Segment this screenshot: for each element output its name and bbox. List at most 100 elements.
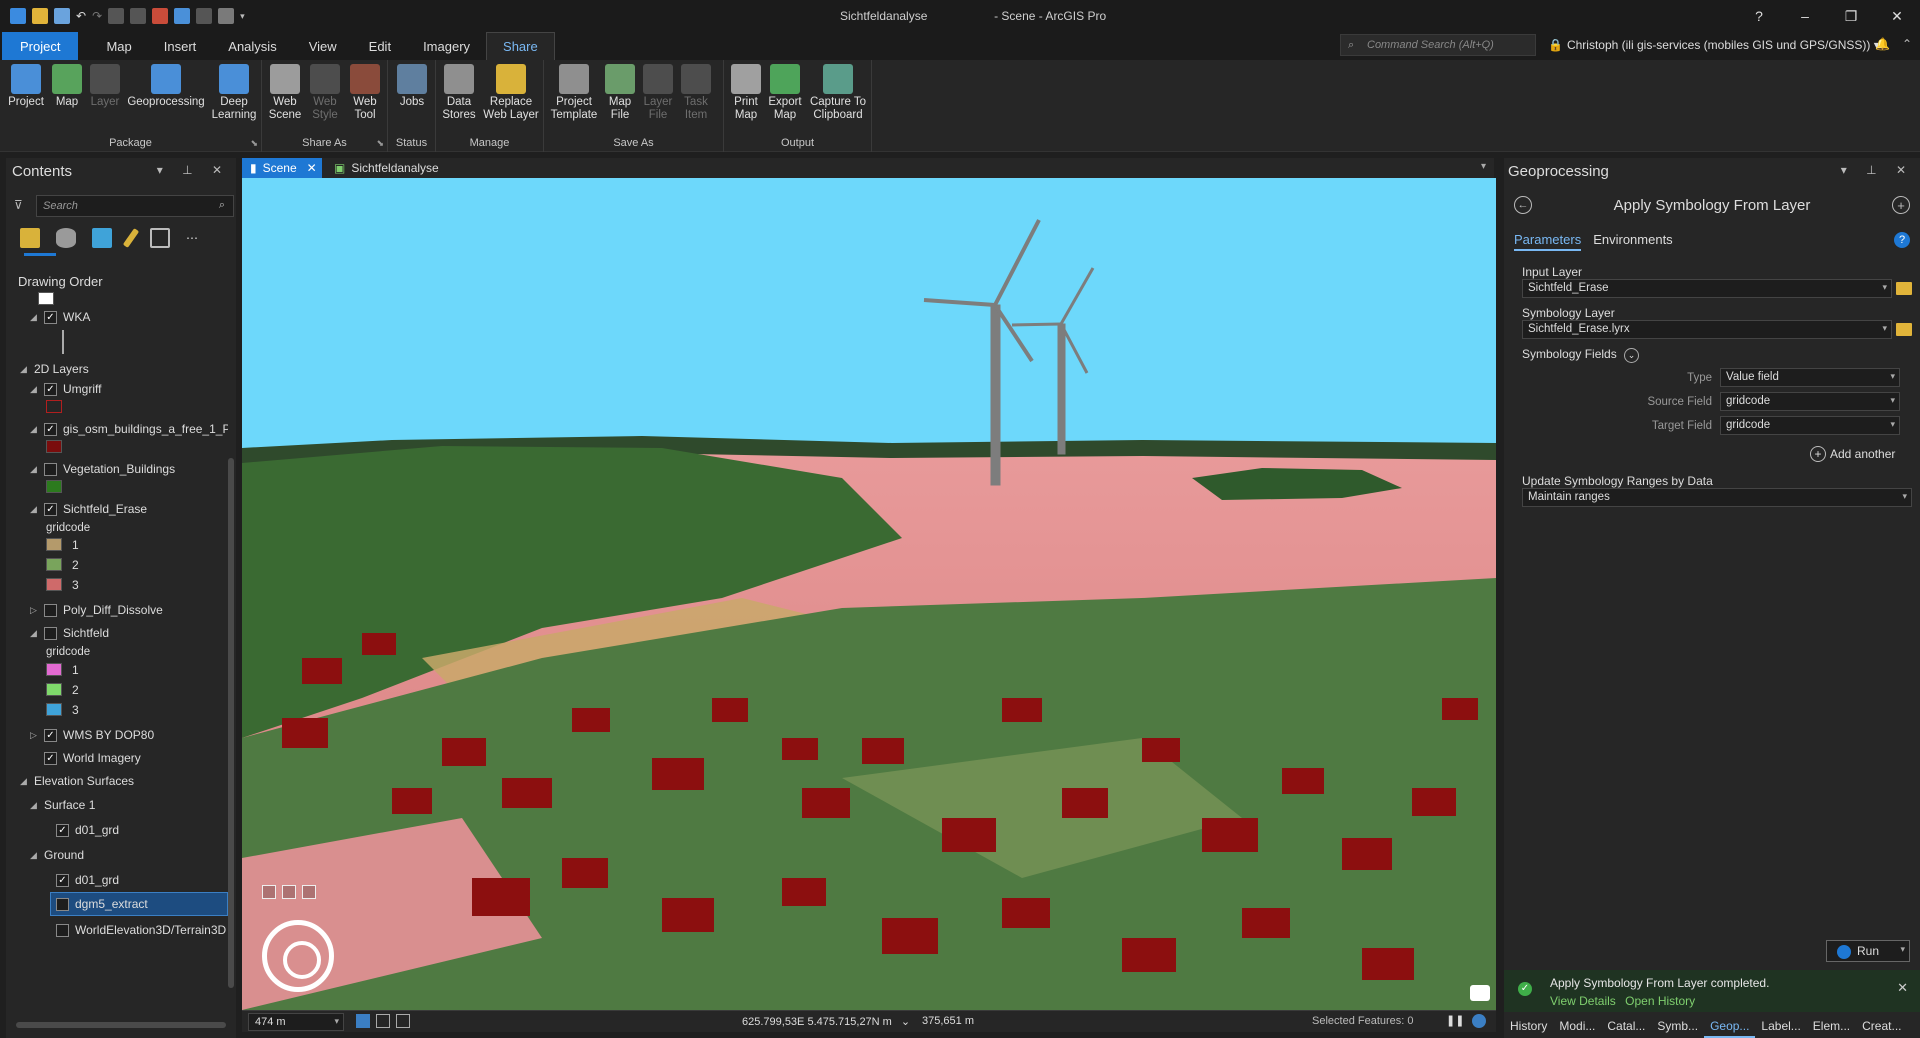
tab-catalog[interactable]: Catal... — [1601, 1014, 1651, 1038]
tab-insert[interactable]: Insert — [148, 32, 213, 60]
collapse-icon[interactable]: ⌄ — [1624, 348, 1640, 363]
package-geoprocessing-button[interactable]: Geoprocessing — [124, 64, 208, 109]
expand-icon[interactable]: ◢ — [30, 800, 40, 811]
help-icon[interactable]: ? — [1894, 232, 1910, 248]
selection-icon[interactable] — [92, 228, 112, 248]
checkbox-world-imagery[interactable]: ✓ — [44, 751, 57, 765]
se-class2-swatch[interactable] — [46, 558, 62, 571]
scale-input[interactable]: 474 m ▾ — [248, 1013, 344, 1031]
close-tab-icon[interactable]: ✕ — [307, 161, 317, 175]
close-button[interactable]: ✕ — [1874, 0, 1920, 32]
pane-controls[interactable]: ▾ ⊥ ✕ — [157, 163, 230, 177]
layer-d01-surface[interactable]: ✓ d01_grd — [56, 821, 119, 839]
tab-analysis[interactable]: Analysis — [212, 32, 292, 60]
jobs-button[interactable]: Jobs — [394, 64, 430, 109]
type-field[interactable]: Value field ▾ — [1720, 368, 1900, 387]
add-tool-button[interactable]: + — [1892, 196, 1910, 214]
se-class1-swatch[interactable] — [46, 538, 62, 551]
python-icon[interactable] — [174, 8, 191, 24]
view-tabs-menu-icon[interactable]: ▾ — [1481, 161, 1486, 172]
layer-world-imagery[interactable]: ✓ World Imagery — [44, 749, 141, 767]
checkbox-world-elevation[interactable] — [56, 923, 69, 937]
collapsed-icon[interactable]: ▷ — [30, 605, 40, 616]
layer-osm-buildings[interactable]: ◢ ✓ gis_osm_buildings_a_free_1_P — [30, 420, 228, 438]
sf-class2-swatch[interactable] — [46, 683, 62, 696]
person-view-icon[interactable] — [302, 885, 316, 899]
open-history-link[interactable]: Open History — [1625, 994, 1695, 1008]
layer-poly-diff[interactable]: ▷ Poly_Diff_Dissolve — [30, 601, 163, 619]
layer-d01-ground[interactable]: ✓ d01_grd — [56, 871, 119, 889]
tab-project[interactable]: Project — [2, 32, 79, 60]
layer-wms[interactable]: ▷ ✓ WMS BY DOP80 — [30, 726, 154, 744]
replace-web-layer-button[interactable]: Replace Web Layer — [480, 64, 542, 122]
grid-icon-3[interactable] — [396, 1014, 410, 1028]
undo-icon[interactable]: ↶ — [76, 9, 86, 23]
refresh-icon[interactable] — [1472, 1014, 1486, 1028]
map-tips-icon[interactable] — [1470, 985, 1490, 1001]
web-style-button[interactable]: Web Style — [306, 64, 344, 122]
task-item-button[interactable]: Task Item — [678, 64, 714, 122]
data-source-icon[interactable] — [56, 228, 76, 248]
export-map-button[interactable]: Export Map — [766, 64, 804, 122]
layer-sichtfeld-erase[interactable]: ◢ ✓ Sichtfeld_Erase — [30, 500, 147, 518]
contents-search-input[interactable]: Search ⌕ — [36, 195, 234, 217]
tab-map[interactable]: Map — [90, 32, 147, 60]
toolbox-icon[interactable] — [152, 8, 169, 24]
tab-sichtfeldanalyse-layout[interactable]: ▣ Sichtfeldanalyse — [326, 158, 447, 178]
data-stores-button[interactable]: Data Stores — [440, 64, 478, 122]
ground[interactable]: ◢ Ground — [30, 846, 84, 864]
tab-view[interactable]: View — [293, 32, 353, 60]
save-icon[interactable] — [54, 8, 70, 24]
checkbox-wka[interactable]: ✓ — [44, 310, 57, 324]
checkbox-wms[interactable]: ✓ — [44, 728, 57, 742]
group-2d-layers[interactable]: ◢ 2D Layers — [20, 360, 89, 378]
tab-geoprocessing[interactable]: Geop... — [1704, 1014, 1756, 1038]
help-button[interactable]: ? — [1736, 0, 1782, 32]
osm-buildings-swatch[interactable] — [46, 440, 62, 453]
input-layer-field[interactable]: Sichtfeld_Erase ▾ — [1522, 279, 1892, 298]
expand-icon[interactable]: ◢ — [20, 776, 30, 787]
export-icon[interactable] — [218, 8, 235, 24]
full-extent-icon[interactable] — [282, 885, 296, 899]
layer-dgm5[interactable]: dgm5_extract — [56, 895, 148, 913]
expand-icon[interactable]: ◢ — [30, 464, 40, 475]
print-map-button[interactable]: Print Map — [728, 64, 764, 122]
grid-icon-2[interactable] — [376, 1014, 390, 1028]
web-scene-button[interactable]: Web Scene — [266, 64, 304, 122]
umgriff-swatch[interactable] — [46, 400, 62, 413]
share-as-launcher-icon[interactable]: ⬊ — [376, 138, 384, 149]
snapping-icon[interactable] — [150, 228, 170, 248]
command-search-input[interactable]: ⌕ Command Search (Alt+Q) — [1340, 34, 1536, 56]
browse-folder-icon[interactable] — [1896, 282, 1912, 295]
contents-horizontal-scrollbar[interactable] — [16, 1022, 226, 1028]
scene-view[interactable] — [242, 178, 1496, 1010]
grid-icon-1[interactable] — [356, 1014, 370, 1028]
customize-qat-icon[interactable]: ▾ — [240, 11, 245, 22]
minimize-button[interactable]: – — [1782, 0, 1828, 32]
checkbox-poly-diff[interactable] — [44, 603, 57, 617]
tab-symbology[interactable]: Symb... — [1651, 1014, 1704, 1038]
layer-world-elevation[interactable]: WorldElevation3D/Terrain3D — [56, 921, 226, 939]
expand-icon[interactable]: ◢ — [30, 424, 40, 435]
new-project-icon[interactable] — [10, 8, 26, 24]
tab-create[interactable]: Creat... — [1856, 1014, 1907, 1038]
open-icon[interactable] — [32, 8, 48, 24]
tab-elements[interactable]: Elem... — [1807, 1014, 1856, 1038]
filter-icon[interactable]: ⊽ — [14, 198, 23, 212]
capture-clipboard-button[interactable]: Capture To Clipboard — [806, 64, 870, 122]
collapsed-icon[interactable]: ▷ — [30, 730, 40, 741]
pause-icon[interactable]: ❚❚ — [1446, 1014, 1464, 1027]
tab-share[interactable]: Share — [486, 32, 555, 60]
expand-icon[interactable]: ◢ — [30, 504, 40, 515]
package-map-button[interactable]: Map — [50, 64, 84, 109]
checkbox-dgm5[interactable] — [56, 897, 69, 911]
checkbox-d01-surface[interactable]: ✓ — [56, 823, 69, 837]
signed-in-user[interactable]: 🔒 Christoph (ili gis-services (mobiles GI… — [1548, 38, 1880, 52]
run-button[interactable]: Run ▾ — [1826, 940, 1910, 962]
pane-controls[interactable]: ▾ ⊥ ✕ — [1841, 163, 1914, 177]
layer-sichtfeld[interactable]: ◢ Sichtfeld — [30, 624, 109, 642]
package-launcher-icon[interactable]: ⬊ — [250, 138, 258, 149]
expand-icon[interactable]: ◢ — [30, 850, 40, 861]
web-tool-button[interactable]: Web Tool — [346, 64, 384, 122]
symbology-fields-label[interactable]: Symbology Fields ⌄ — [1522, 347, 1640, 363]
